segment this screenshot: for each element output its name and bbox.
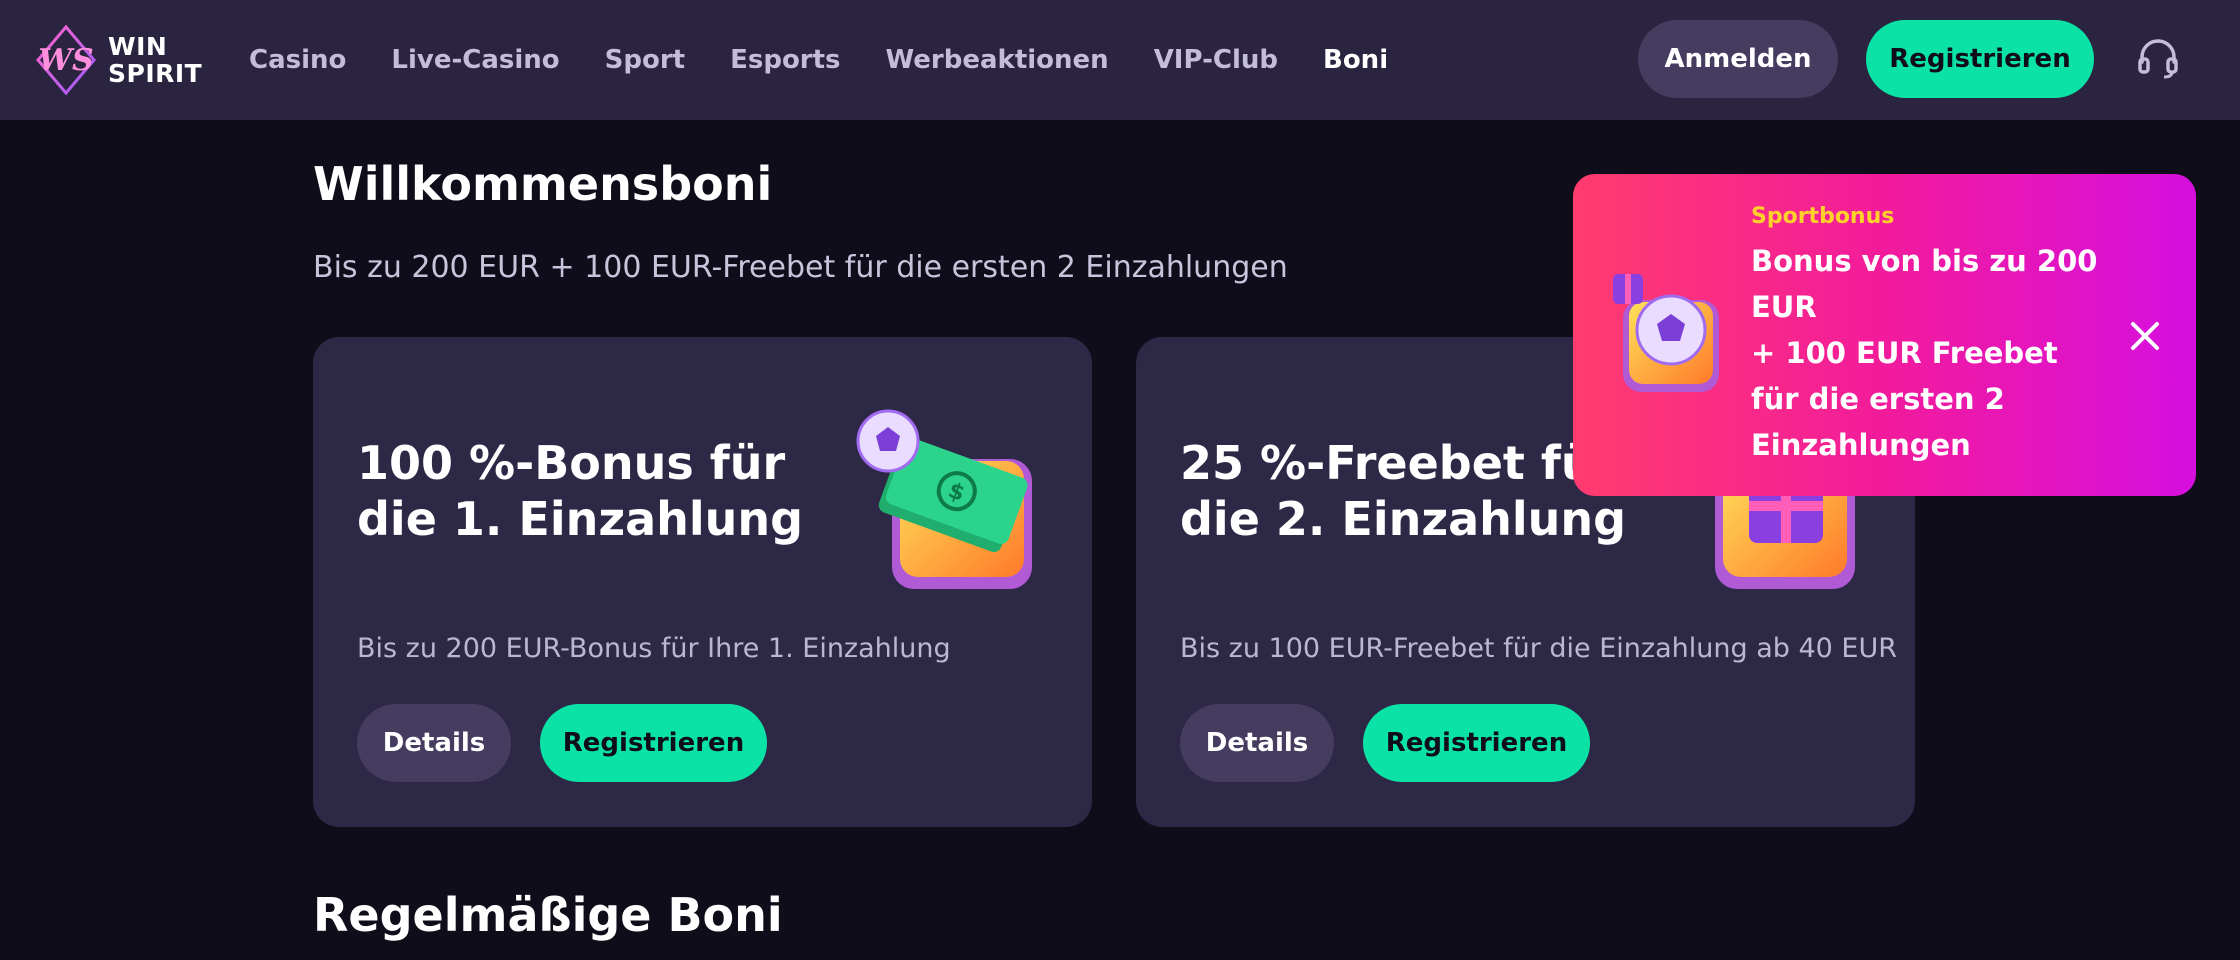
card-register-button[interactable]: Registrieren xyxy=(1363,704,1590,782)
football-gift-icon xyxy=(1613,274,1719,392)
popup-body-line-2: EUR xyxy=(1751,290,1817,324)
nav-item-bonuses[interactable]: Boni xyxy=(1323,45,1388,75)
nav-item-sport[interactable]: Sport xyxy=(605,45,685,75)
card-description: Bis zu 200 EUR-Bonus für Ihre 1. Einzahl… xyxy=(357,633,951,664)
close-icon[interactable] xyxy=(2125,316,2165,356)
welcome-section-title: Willkommensboni xyxy=(313,157,773,211)
popup-body: Bonus von bis zu 200 EUR + 100 EUR Freeb… xyxy=(1751,238,2098,468)
popup-kicker: Sportbonus xyxy=(1751,204,1895,229)
card-title: 100 %-Bonus für die 1. Einzahlung xyxy=(357,435,804,547)
card-title-line-2: die 2. Einzahlung xyxy=(1180,492,1627,546)
details-button[interactable]: Details xyxy=(1180,704,1334,782)
login-button[interactable]: Anmelden xyxy=(1638,20,1838,98)
popup-body-line-5: Einzahlungen xyxy=(1751,428,1971,462)
popup-body-line-3: + 100 EUR Freebet xyxy=(1751,336,2058,370)
svg-text:WS: WS xyxy=(38,43,93,78)
card-title-line-2: die 1. Einzahlung xyxy=(357,492,804,546)
card-title: 25 %-Freebet für die 2. Einzahlung xyxy=(1180,435,1627,547)
card-title-line-1: 25 %-Freebet für xyxy=(1180,436,1617,490)
logo-mark-icon: WS xyxy=(36,24,96,96)
welcome-section-subtitle: Bis zu 200 EUR + 100 EUR-Freebet für die… xyxy=(313,250,1288,285)
nav-item-esports[interactable]: Esports xyxy=(730,45,840,75)
brand-logo[interactable]: WS WIN SPIRIT xyxy=(34,20,214,100)
money-ball-icon: $ xyxy=(856,409,1032,589)
card-description: Bis zu 100 EUR-Freebet für die Einzahlun… xyxy=(1180,633,1897,664)
logo-text: WIN SPIRIT xyxy=(108,33,202,87)
logo-line-2: SPIRIT xyxy=(108,59,203,88)
popup-body-line-1: Bonus von bis zu 200 xyxy=(1751,244,2098,278)
card-title-line-1: 100 %-Bonus für xyxy=(357,436,786,490)
headset-icon[interactable] xyxy=(2136,36,2180,80)
main-nav: Casino Live-Casino Sport Esports Werbeak… xyxy=(249,0,1433,120)
card-register-button[interactable]: Registrieren xyxy=(540,704,767,782)
nav-item-casino[interactable]: Casino xyxy=(249,45,346,75)
nav-item-vip-club[interactable]: VIP-Club xyxy=(1154,45,1278,75)
regular-bonuses-title: Regelmäßige Boni xyxy=(313,888,783,942)
nav-item-live-casino[interactable]: Live-Casino xyxy=(391,45,559,75)
popup-body-line-4: für die ersten 2 xyxy=(1751,382,2005,416)
sport-bonus-popup[interactable]: Sportbonus Bonus von bis zu 200 EUR + 10… xyxy=(1573,174,2196,496)
logo-line-1: WIN xyxy=(108,32,168,61)
register-button[interactable]: Registrieren xyxy=(1866,20,2094,98)
top-header: WS WIN SPIRIT Casino Live-Casino Sport E… xyxy=(0,0,2240,120)
bonus-card-first-deposit: 100 %-Bonus für die 1. Einzahlung $ Bis … xyxy=(313,337,1092,827)
nav-item-promotions[interactable]: Werbeaktionen xyxy=(886,45,1109,75)
details-button[interactable]: Details xyxy=(357,704,511,782)
